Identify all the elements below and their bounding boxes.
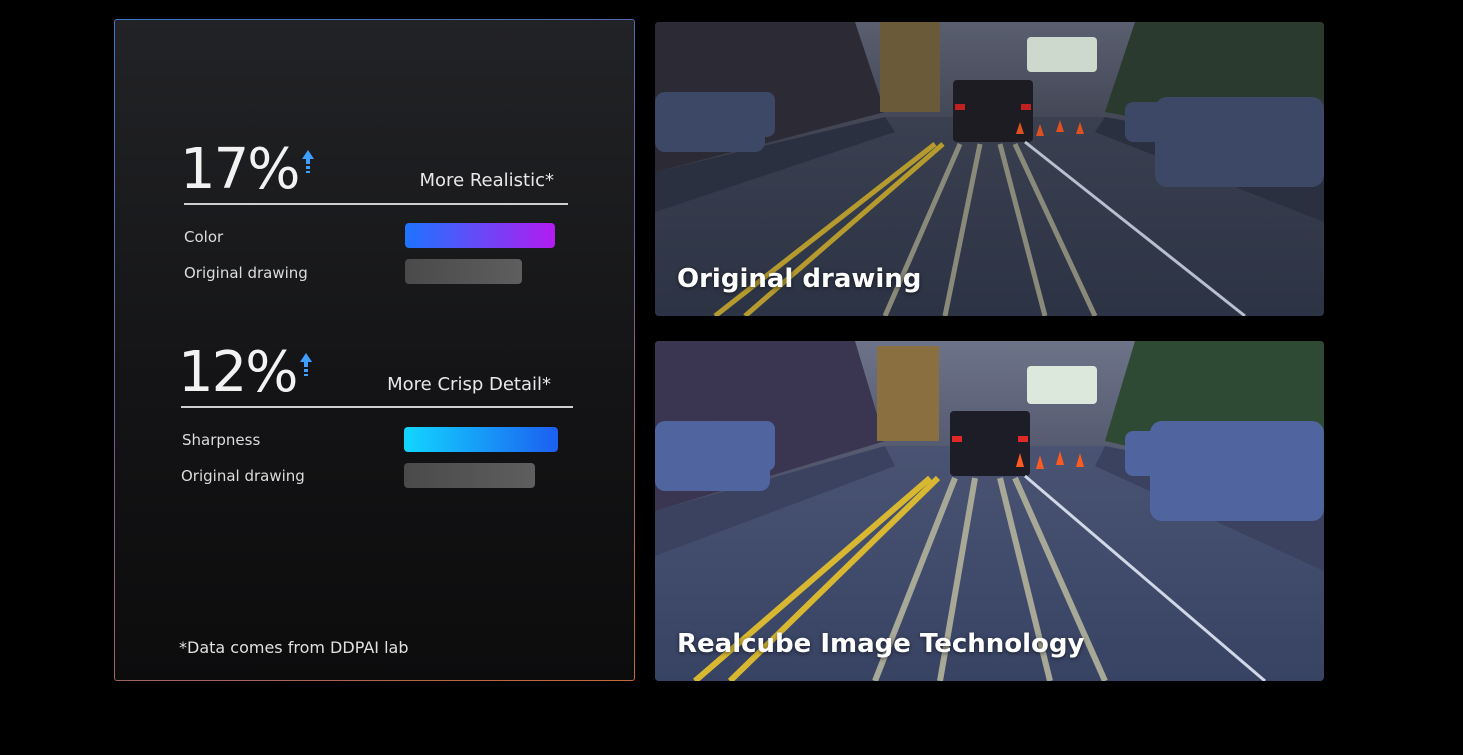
sharpness-row-label: Sharpness	[182, 431, 261, 449]
stat2-percentage: 12%	[178, 340, 298, 405]
original-drawing-photo: Original drawing	[655, 22, 1324, 316]
data-source-footnote: *Data comes from DDPAI lab	[179, 638, 409, 657]
stat1-label: More Realistic*	[419, 170, 554, 191]
realcube-caption: Realcube Image Technology	[677, 629, 1085, 659]
up-arrow-icon	[302, 150, 314, 173]
original-drawing-level-bar	[404, 463, 535, 488]
original-drawing-row-label: Original drawing	[184, 264, 308, 282]
sharpness-level-bar	[404, 427, 558, 452]
color-row-label: Color	[184, 228, 224, 246]
up-arrow-icon	[300, 353, 312, 376]
stat1-percentage: 17%	[180, 137, 300, 202]
original-drawing-caption: Original drawing	[677, 264, 922, 294]
original-drawing-row-label: Original drawing	[181, 467, 305, 485]
comparison-card: 17% More Realistic* Color Original drawi…	[114, 19, 635, 681]
realcube-photo: Realcube Image Technology	[655, 341, 1324, 681]
stat2-label: More Crisp Detail*	[387, 374, 551, 395]
stat1-divider	[184, 203, 568, 205]
original-drawing-level-bar	[405, 259, 522, 284]
color-level-bar	[405, 223, 555, 248]
stat2-divider	[181, 406, 573, 408]
